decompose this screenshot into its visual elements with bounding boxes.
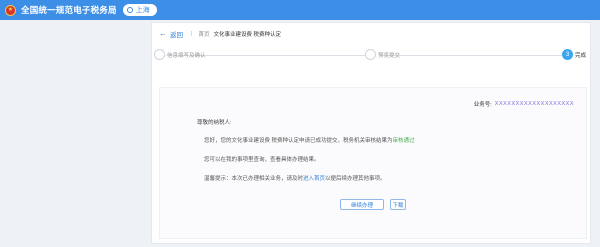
progress-stepper: 信息填写及确认 预览提交 3 完成 [152, 49, 592, 63]
tax-emblem-icon [5, 4, 16, 16]
step-2-label: 预览提交 [378, 53, 401, 59]
query-hint: 您可以在我的事项里查询，查看具体办理结果。 [204, 157, 320, 163]
app-title: 全国统一规范电子税务局 [21, 5, 117, 15]
back-link[interactable]: ← 返回 [159, 29, 183, 40]
serial-number: 业务号: XXXXXXXXXXXXXXXXXXX [474, 100, 574, 108]
tip-text: 温馨提示：本次已办理相关业务，请及时 [204, 176, 304, 182]
region-label: 上海 [135, 7, 150, 14]
approval-status: 审核通过 [392, 138, 415, 144]
step-3-circle: 3 [562, 49, 573, 60]
tip-message: 温馨提示：本次已办理相关业务，请及时进入首页以便后续办理其他事项。 [204, 174, 386, 182]
back-label: 返回 [170, 32, 183, 39]
top-header: 全国统一规范电子税务局 上海 [0, 0, 600, 20]
step-1-label: 信息填写及确认 [167, 53, 206, 59]
step-1-circle [154, 49, 165, 60]
home-link[interactable]: 进入首页 [303, 176, 325, 182]
main-card: ← 返回 | 首页 文化事业建设费 税费种认定 信息填写及确认 预览提交 3 完… [151, 22, 591, 244]
greeting: 尊敬的纳税人: [197, 120, 232, 126]
step-connector [380, 55, 562, 56]
region-selector-button[interactable]: 上海 [122, 4, 157, 16]
step-2-circle [365, 49, 376, 60]
result-message-text: 您好，您的文化事业建设费 税费种认定申请已成功提交，税务机关审核结果为 [204, 138, 393, 144]
download-button[interactable]: 下载 [390, 199, 406, 210]
location-pin-icon [126, 7, 133, 13]
serial-label: 业务号: [473, 102, 492, 108]
breadcrumb: ← 返回 | 首页 文化事业建设费 税费种认定 [159, 29, 281, 40]
continue-button[interactable]: 继续办理 [340, 199, 384, 210]
breadcrumb-separator: | [191, 31, 193, 37]
serial-value: XXXXXXXXXXXXXXXXXXX [494, 101, 574, 107]
back-arrow-icon: ← [159, 29, 167, 38]
breadcrumb-current: 文化事业建设费 税费种认定 [213, 32, 281, 38]
result-message: 您好，您的文化事业建设费 税费种认定申请已成功提交，税务机关审核结果为审核通过 [204, 136, 415, 144]
step-3-label: 完成 [575, 53, 587, 59]
result-panel: 业务号: XXXXXXXXXXXXXXXXXXX 尊敬的纳税人: 您好，您的文化… [159, 87, 587, 239]
tip-text-end: 以便后续办理其他事项。 [325, 176, 386, 182]
breadcrumb-home[interactable]: 首页 [198, 30, 209, 38]
